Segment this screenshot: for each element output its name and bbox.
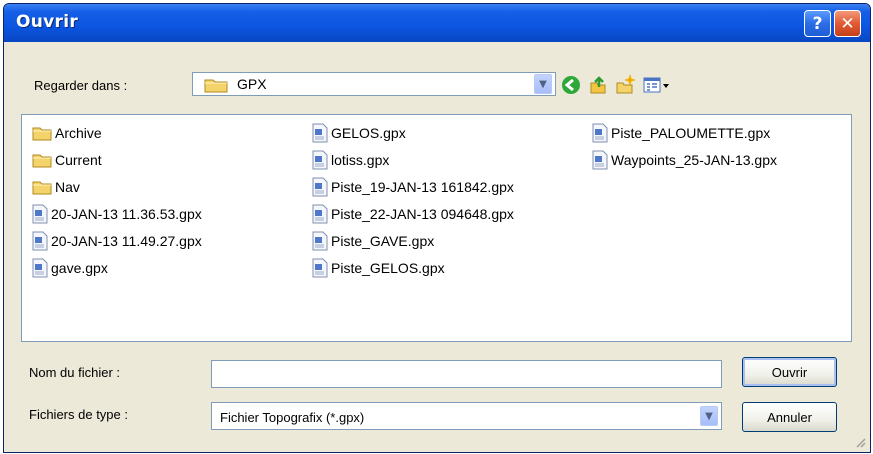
item-label: GELOS.gpx [331,125,406,141]
back-icon [562,76,580,94]
item-label: 20-JAN-13 11.49.27.gpx [51,233,202,249]
file-item[interactable]: Piste_GAVE.gpx [312,229,434,253]
gpx-file-icon [32,204,48,224]
cancel-button[interactable]: Annuler [742,402,837,432]
view-menu-icon [643,77,669,93]
look-in-label: Regarder dans : [34,78,128,93]
file-item[interactable]: Piste_GELOS.gpx [312,256,445,280]
close-button[interactable]: ✕ [834,10,861,37]
help-button[interactable]: ? [804,10,831,37]
gpx-file-icon [32,258,48,278]
new-folder-icon [616,75,635,94]
up-folder-button[interactable] [587,74,609,96]
file-item[interactable]: 20-JAN-13 11.49.27.gpx [32,229,202,253]
gpx-file-icon [32,231,48,251]
open-dialog: Ouvrir ? ✕ Regarder dans : GPX ▼ Archive… [3,3,871,453]
file-item[interactable]: Piste_19-JAN-13 161842.gpx [312,175,514,199]
item-label: Piste_22-JAN-13 094648.gpx [331,206,514,222]
item-label: lotiss.gpx [331,152,390,168]
up-folder-icon [590,76,606,94]
gpx-file-icon [312,204,328,224]
folder-item[interactable]: Archive [32,121,102,145]
file-item[interactable]: GELOS.gpx [312,121,406,145]
item-label: gave.gpx [51,260,108,276]
title-bar[interactable]: Ouvrir ? ✕ [4,4,870,42]
gpx-file-icon [312,123,328,143]
folder-icon [32,152,52,168]
gpx-file-icon [312,177,328,197]
file-item[interactable]: 20-JAN-13 11.36.53.gpx [32,202,202,226]
file-item[interactable]: Waypoints_25-JAN-13.gpx [592,148,777,172]
item-label: Waypoints_25-JAN-13.gpx [611,152,778,168]
file-item[interactable]: Piste_PALOUMETTE.gpx [592,121,770,145]
item-label: Piste_GELOS.gpx [331,260,445,276]
filetype-label: Fichiers de type : [29,407,128,422]
gpx-file-icon [312,231,328,251]
resize-grip-icon[interactable] [854,436,866,448]
item-label: Piste_19-JAN-13 161842.gpx [331,179,514,195]
chevron-down-icon: ▼ [705,410,713,422]
filetype-select[interactable]: Fichier Topografix (*.gpx) ▼ [211,402,722,430]
look-in-combo[interactable]: GPX ▼ [192,72,556,96]
look-in-dropdown-button[interactable]: ▼ [534,74,552,94]
view-menu-button[interactable] [641,74,671,96]
open-button-label: Ouvrir [771,364,808,380]
gpx-file-icon [592,150,608,170]
cancel-button-label: Annuler [767,409,812,425]
item-label: 20-JAN-13 11.36.53.gpx [51,206,202,222]
file-item[interactable]: Piste_22-JAN-13 094648.gpx [312,202,514,226]
item-label: Nav [55,179,80,195]
filename-label: Nom du fichier : [29,365,121,380]
item-label: Piste_GAVE.gpx [331,233,435,249]
item-label: Archive [55,125,102,141]
folder-item[interactable]: Current [32,148,102,172]
close-icon: ✕ [840,13,855,34]
folder-icon [32,125,52,141]
file-list[interactable]: Archive Current Nav 20-JAN-13 11.36.53.gpx 2… [21,114,852,342]
open-button[interactable]: Ouvrir [742,357,837,387]
filetype-value: Fichier Topografix (*.gpx) [220,410,365,425]
file-item[interactable]: lotiss.gpx [312,148,389,172]
filename-input[interactable] [211,360,722,388]
dialog-title: Ouvrir [16,12,79,32]
folder-item[interactable]: Nav [32,175,80,199]
help-icon: ? [812,13,823,34]
gpx-file-icon [592,123,608,143]
folder-icon [203,77,231,97]
file-item[interactable]: gave.gpx [32,256,108,280]
filetype-dropdown-button[interactable]: ▼ [700,406,718,426]
gpx-file-icon [312,150,328,170]
chevron-down-icon: ▼ [539,78,547,90]
new-folder-button[interactable] [614,74,636,96]
look-in-value: GPX [237,76,267,92]
back-button[interactable] [560,74,582,96]
item-label: Current [55,152,102,168]
item-label: Piste_PALOUMETTE.gpx [611,125,771,141]
folder-icon [32,179,52,195]
gpx-file-icon [312,258,328,278]
